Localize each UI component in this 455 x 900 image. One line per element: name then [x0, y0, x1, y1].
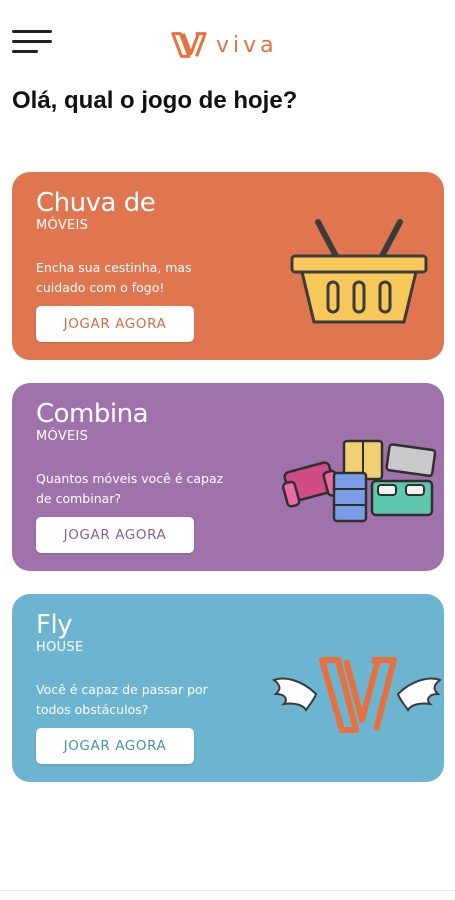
basket-icon: [290, 219, 428, 324]
game-card-chuva-de-moveis[interactable]: Chuva de MÓVEIS Encha sua cestinha, mas …: [12, 172, 444, 360]
logo-text: viva: [216, 32, 278, 58]
card-title: Fly: [36, 610, 73, 640]
card-title: Chuva de: [36, 188, 156, 218]
viva-logo-icon: [171, 32, 207, 58]
card-subtitle: HOUSE: [36, 640, 84, 655]
card-description: Você é capaz de passar por todos obstácu…: [36, 682, 208, 717]
card-subtitle: MÓVEIS: [36, 429, 89, 444]
card-description: Encha sua cestinha, mas cuidado com o fo…: [36, 260, 192, 295]
top-bar: viva: [0, 0, 455, 80]
bottom-divider: [0, 890, 455, 891]
card-subtitle: MÓVEIS: [36, 218, 89, 233]
furniture-icon: [281, 439, 437, 523]
menu-icon[interactable]: [12, 30, 54, 56]
play-now-button[interactable]: JOGAR AGORA: [36, 728, 194, 764]
page-title: Olá, qual o jogo de hoje?: [12, 87, 298, 114]
winged-logo-icon: [272, 657, 442, 733]
card-title: Combina: [36, 399, 149, 429]
card-description: Quantos móveis você é capaz de combinar?: [36, 471, 224, 506]
game-card-fly-house[interactable]: Fly HOUSE Você é capaz de passar por tod…: [12, 594, 444, 782]
play-now-button[interactable]: JOGAR AGORA: [36, 306, 194, 342]
play-now-button[interactable]: JOGAR AGORA: [36, 517, 194, 553]
game-card-combina-moveis[interactable]: Combina MÓVEIS Quantos móveis você é cap…: [12, 383, 444, 571]
viva-logo: viva: [170, 27, 278, 63]
